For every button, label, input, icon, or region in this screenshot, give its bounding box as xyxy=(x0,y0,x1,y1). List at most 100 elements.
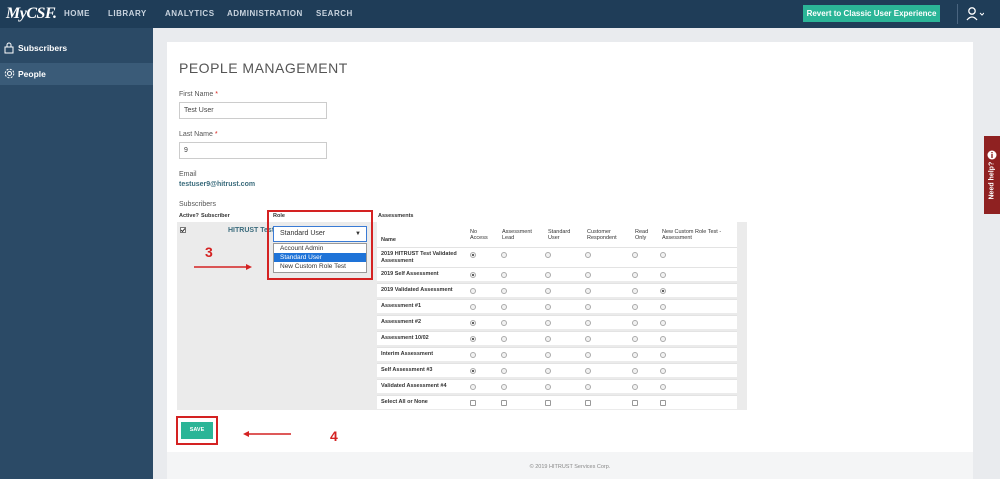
role-radio[interactable] xyxy=(660,336,666,342)
nav-analytics-link[interactable]: ANALYTICS xyxy=(165,9,215,18)
role-radio[interactable] xyxy=(660,272,666,278)
role-radio[interactable] xyxy=(470,252,476,258)
annotation-step-4: 4 xyxy=(330,428,338,444)
role-radio[interactable] xyxy=(501,320,507,326)
role-radio[interactable] xyxy=(545,336,551,342)
role-radio[interactable] xyxy=(545,304,551,310)
last-name-label: Last Name * xyxy=(179,131,218,138)
select-all-checkbox[interactable] xyxy=(545,400,551,406)
email-label: Email xyxy=(179,171,197,178)
role-radio[interactable] xyxy=(660,368,666,374)
nav-search-link[interactable]: SEARCH xyxy=(316,9,353,18)
role-radio[interactable] xyxy=(501,384,507,390)
role-radio[interactable] xyxy=(501,252,507,258)
select-all-checkbox[interactable] xyxy=(470,400,476,406)
role-radio[interactable] xyxy=(545,368,551,374)
role-radio[interactable] xyxy=(545,252,551,258)
col-assessment-lead: Assessment Lead xyxy=(502,229,532,241)
role-radio[interactable] xyxy=(660,384,666,390)
role-radio[interactable] xyxy=(470,320,476,326)
role-radio[interactable] xyxy=(501,368,507,374)
role-radio[interactable] xyxy=(632,252,638,258)
mycsf-logo[interactable]: MyCSF. xyxy=(6,5,57,23)
sidebar-item-people[interactable]: People xyxy=(0,63,153,85)
assessment-row: Assessment #1 xyxy=(377,299,737,313)
sidebar: Subscribers People xyxy=(0,28,153,479)
lock-icon xyxy=(4,42,14,54)
sidebar-item-subscribers[interactable]: Subscribers xyxy=(0,37,153,59)
assessment-row: Interim Assessment xyxy=(377,347,737,361)
role-radio[interactable] xyxy=(501,336,507,342)
role-radio[interactable] xyxy=(470,288,476,294)
role-radio[interactable] xyxy=(545,352,551,358)
assessment-name: Interim Assessment xyxy=(381,351,434,357)
role-radio[interactable] xyxy=(501,304,507,310)
active-checkbox[interactable] xyxy=(180,227,186,233)
role-radio[interactable] xyxy=(545,384,551,390)
role-radio[interactable] xyxy=(585,352,591,358)
role-radio[interactable] xyxy=(585,384,591,390)
assessment-name: 2019 Validated Assessment xyxy=(381,287,453,293)
nav-administration-link[interactable]: ADMINISTRATION xyxy=(227,9,303,18)
role-radio[interactable] xyxy=(632,272,638,278)
role-radio[interactable] xyxy=(470,336,476,342)
annotation-box-save xyxy=(176,416,218,445)
assessment-row: 2019 Validated Assessment xyxy=(377,283,737,297)
role-radio[interactable] xyxy=(632,320,638,326)
role-radio[interactable] xyxy=(470,384,476,390)
role-radio[interactable] xyxy=(545,288,551,294)
role-radio[interactable] xyxy=(632,384,638,390)
role-radio[interactable] xyxy=(501,352,507,358)
need-help-tab[interactable]: Need help? xyxy=(984,136,1000,214)
role-radio[interactable] xyxy=(585,304,591,310)
role-radio[interactable] xyxy=(470,352,476,358)
arrow-left-icon xyxy=(243,431,291,437)
last-name-input[interactable]: 9 xyxy=(179,142,327,159)
role-radio[interactable] xyxy=(632,352,638,358)
assessment-name: Self Assessment #3 xyxy=(381,367,433,373)
select-all-checkbox[interactable] xyxy=(501,400,507,406)
role-radio[interactable] xyxy=(470,304,476,310)
assessment-name: Assessment #2 xyxy=(381,319,422,325)
select-all-checkbox[interactable] xyxy=(585,400,591,406)
role-radio[interactable] xyxy=(585,252,591,258)
role-radio[interactable] xyxy=(660,320,666,326)
page-title: PEOPLE MANAGEMENT xyxy=(179,60,348,76)
sidebar-item-label: People xyxy=(18,69,46,79)
nav-library-link[interactable]: LIBRARY xyxy=(108,9,147,18)
role-radio[interactable] xyxy=(501,288,507,294)
role-radio[interactable] xyxy=(660,252,666,258)
role-radio[interactable] xyxy=(660,352,666,358)
role-radio[interactable] xyxy=(585,272,591,278)
nav-divider xyxy=(957,4,958,24)
select-all-row: Select All or None xyxy=(377,395,737,409)
role-radio[interactable] xyxy=(632,368,638,374)
user-menu-icon[interactable] xyxy=(966,6,985,22)
assessment-row: 2019 Self Assessment xyxy=(377,267,737,281)
role-radio[interactable] xyxy=(585,320,591,326)
role-radio[interactable] xyxy=(470,272,476,278)
role-radio[interactable] xyxy=(545,272,551,278)
page-footer: © 2019 HITRUST Services Corp. xyxy=(167,452,973,479)
role-radio[interactable] xyxy=(660,288,666,294)
role-radio[interactable] xyxy=(660,304,666,310)
role-radio[interactable] xyxy=(501,272,507,278)
top-navbar: MyCSF. HOME LIBRARY ANALYTICS ADMINISTRA… xyxy=(0,0,1000,28)
role-radio[interactable] xyxy=(585,288,591,294)
col-no-access: No Access xyxy=(470,229,488,241)
required-mark: * xyxy=(215,91,218,98)
nav-home-link[interactable]: HOME xyxy=(64,9,90,18)
role-radio[interactable] xyxy=(545,320,551,326)
email-value: testuser9@hitrust.com xyxy=(179,181,256,188)
revert-classic-button[interactable]: Revert to Classic User Experience xyxy=(803,5,940,22)
role-radio[interactable] xyxy=(585,336,591,342)
select-all-checkbox[interactable] xyxy=(660,400,666,406)
select-all-checkbox[interactable] xyxy=(632,400,638,406)
role-radio[interactable] xyxy=(470,368,476,374)
role-radio[interactable] xyxy=(585,368,591,374)
first-name-input[interactable]: Test User xyxy=(179,102,327,119)
role-radio[interactable] xyxy=(632,304,638,310)
role-radio[interactable] xyxy=(632,288,638,294)
col-new-custom-role: New Custom Role Test - Assessment xyxy=(662,229,722,241)
role-radio[interactable] xyxy=(632,336,638,342)
